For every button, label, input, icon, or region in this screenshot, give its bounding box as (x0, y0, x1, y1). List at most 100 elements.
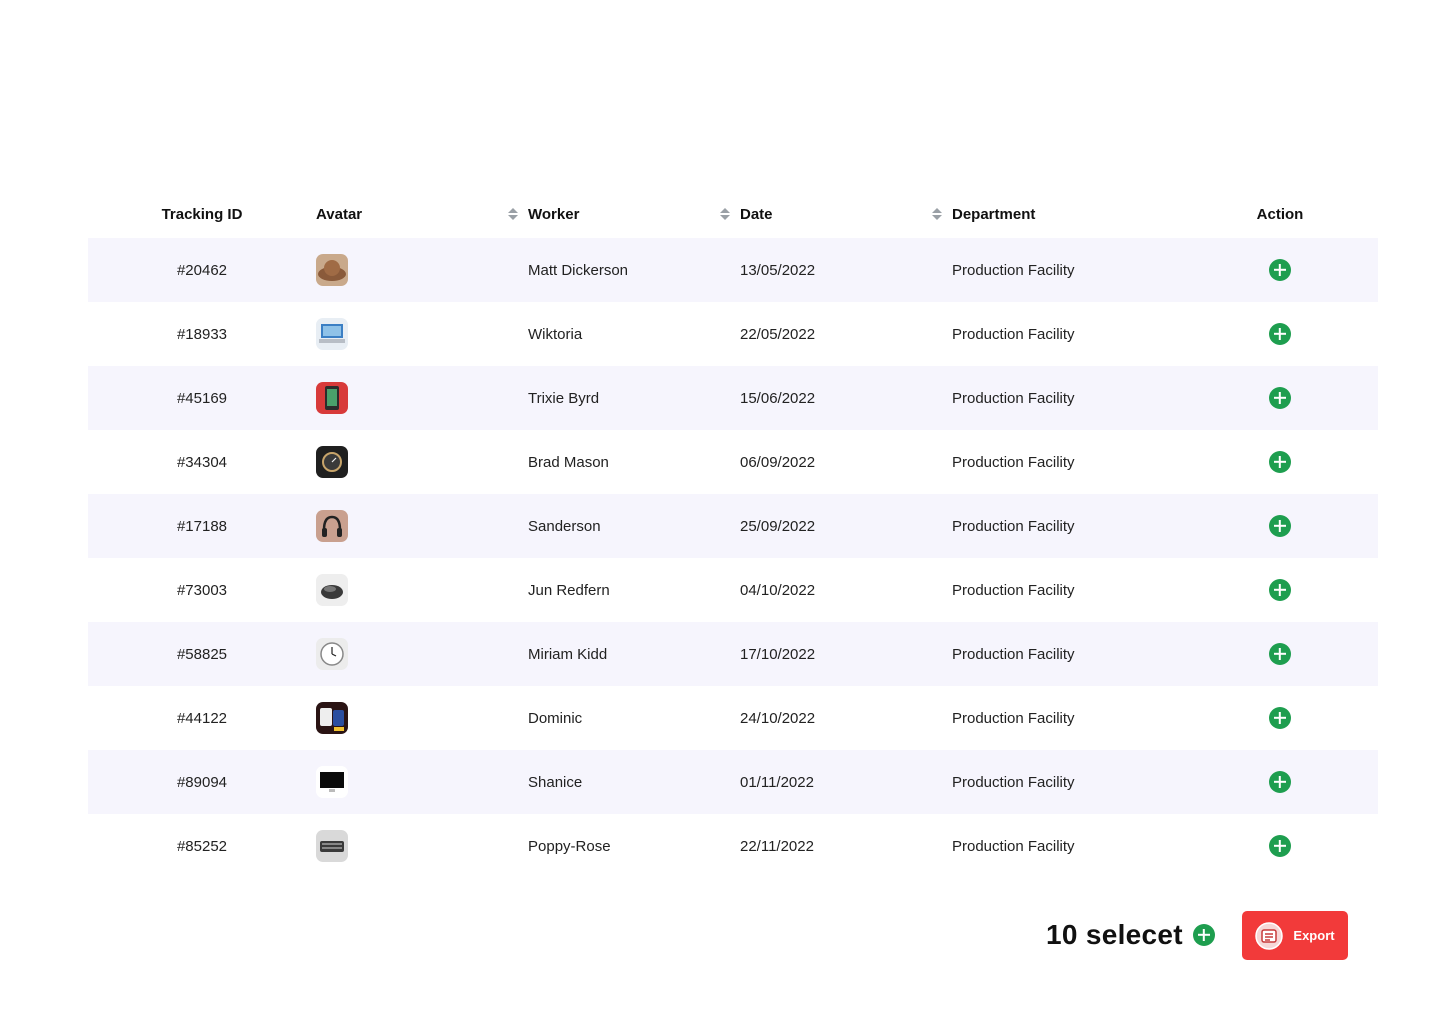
date-cell: 01/11/2022 (740, 774, 952, 791)
table-row[interactable]: #85252 Poppy-Rose 22/11/2022 Production Fac… (88, 814, 1378, 878)
table-row[interactable]: #89094 Shanice 01/11/2022 Production Facili… (88, 750, 1378, 814)
worker-cell: Sanderson (528, 518, 740, 535)
worker-cell: Matt Dickerson (528, 262, 740, 279)
add-action-button[interactable] (1269, 707, 1291, 729)
table-row[interactable]: #17188 Sanderson 25/09/2022 Production Faci… (88, 494, 1378, 558)
add-action-button[interactable] (1269, 771, 1291, 793)
tracking-table: Tracking ID Avatar Worker Date Departmen… (88, 190, 1378, 878)
avatar-cell (316, 574, 528, 606)
table-row[interactable]: #34304 Brad Mason 06/09/2022 Production Fac… (88, 430, 1378, 494)
department-cell: Production Facility (952, 582, 1182, 599)
avatar-cell (316, 510, 528, 542)
header-date[interactable]: Date (740, 206, 952, 223)
tracking-id: #89094 (176, 773, 228, 791)
worker-name: Matt Dickerson (528, 261, 629, 279)
department: Production Facility (952, 773, 1075, 791)
action-cell (1182, 387, 1378, 409)
date: 13/05/2022 (740, 261, 816, 279)
table-row[interactable]: #45169 Trixie Byrd 15/06/2022 Production Fa… (88, 366, 1378, 430)
worker-cell: Shanice (528, 774, 740, 791)
avatar-monitor-photo-icon (316, 766, 348, 798)
date: 06/09/2022 (740, 453, 816, 471)
worker-name: Dominic (528, 709, 583, 727)
department: Production Facility (952, 709, 1075, 727)
department: Production Facility (952, 645, 1075, 663)
header-department[interactable]: Department (952, 206, 1182, 223)
action-cell (1182, 323, 1378, 345)
add-selected-button[interactable] (1192, 924, 1215, 946)
tracking-id-cell: #58825 (88, 646, 316, 663)
table-row[interactable]: #44122 Dominic 24/10/2022 Production Facili… (88, 686, 1378, 750)
tracking-id-cell: #85252 (88, 838, 316, 855)
tracking-id: #73003 (176, 581, 228, 599)
worker-name: Poppy-Rose (528, 837, 611, 855)
avatar-phone-photo-icon (316, 382, 348, 414)
department-cell: Production Facility (952, 518, 1182, 535)
worker-cell: Brad Mason (528, 454, 740, 471)
avatar-clock-photo-icon (316, 638, 348, 670)
date: 24/10/2022 (740, 709, 816, 727)
worker-name: Wiktoria (528, 325, 583, 343)
sort-icon[interactable] (932, 208, 942, 220)
export-button[interactable]: Export (1242, 911, 1348, 960)
avatar-mouse-photo-icon (316, 574, 348, 606)
header-tracking-id[interactable]: Tracking ID (88, 206, 316, 223)
action-cell (1182, 579, 1378, 601)
department: Production Facility (952, 325, 1075, 343)
tracking-id-cell: #34304 (88, 454, 316, 471)
tracking-id: #20462 (176, 261, 228, 279)
header-department-label: Department (952, 205, 1036, 223)
tracking-id-cell: #89094 (88, 774, 316, 791)
add-action-button[interactable] (1269, 451, 1291, 473)
worker-name: Shanice (528, 773, 583, 791)
avatar-cell (316, 702, 528, 734)
worker-name: Jun Redfern (528, 581, 610, 599)
date-cell: 22/05/2022 (740, 326, 952, 343)
add-action-button[interactable] (1269, 323, 1291, 345)
date: 22/05/2022 (740, 325, 816, 343)
table-row[interactable]: #20462 Matt Dickerson 13/05/2022 Production… (88, 238, 1378, 302)
add-action-button[interactable] (1269, 387, 1291, 409)
avatar-watch-photo-icon (316, 446, 348, 478)
department: Production Facility (952, 581, 1075, 599)
avatar-cell (316, 446, 528, 478)
table-row[interactable]: #18933 Wiktoria 22/05/2022 Production Facil… (88, 302, 1378, 366)
add-action-button[interactable] (1269, 515, 1291, 537)
date: 01/11/2022 (740, 773, 814, 791)
department-cell: Production Facility (952, 646, 1182, 663)
avatar-cell (316, 830, 528, 862)
table-row[interactable]: #73003 Jun Redfern 04/10/2022 Production Fa… (88, 558, 1378, 622)
avatar-cell (316, 254, 528, 286)
header-worker[interactable]: Worker (528, 206, 740, 223)
date: 17/10/2022 (740, 645, 816, 663)
header-avatar-label: Avatar (316, 205, 363, 223)
worker-cell: Miriam Kidd (528, 646, 740, 663)
add-action-button[interactable] (1269, 259, 1291, 281)
action-cell (1182, 515, 1378, 537)
department-cell: Production Facility (952, 710, 1182, 727)
department-cell: Production Facility (952, 326, 1182, 343)
table-row[interactable]: #58825 Miriam Kidd 17/10/2022 Production Fa… (88, 622, 1378, 686)
tracking-id: #58825 (176, 645, 228, 663)
date-cell: 24/10/2022 (740, 710, 952, 727)
avatar-cell (316, 382, 528, 414)
avatar-cell (316, 638, 528, 670)
add-action-button[interactable] (1269, 835, 1291, 857)
header-action-label: Action (1256, 205, 1304, 223)
sort-icon[interactable] (508, 208, 518, 220)
add-action-button[interactable] (1269, 579, 1291, 601)
header-action: Action (1182, 206, 1378, 223)
department-cell: Production Facility (952, 838, 1182, 855)
date-cell: 22/11/2022 (740, 838, 952, 855)
add-action-button[interactable] (1269, 643, 1291, 665)
tracking-id-cell: #17188 (88, 518, 316, 535)
worker-cell: Trixie Byrd (528, 390, 740, 407)
sort-icon[interactable] (720, 208, 730, 220)
table-body: #20462 Matt Dickerson 13/05/2022 Production… (88, 238, 1378, 878)
date-cell: 17/10/2022 (740, 646, 952, 663)
selected-count: 10 selecet (1046, 919, 1183, 950)
tracking-id: #17188 (176, 517, 228, 535)
worker-name: Sanderson (528, 517, 601, 535)
worker-cell: Jun Redfern (528, 582, 740, 599)
header-avatar[interactable]: Avatar (316, 206, 528, 223)
